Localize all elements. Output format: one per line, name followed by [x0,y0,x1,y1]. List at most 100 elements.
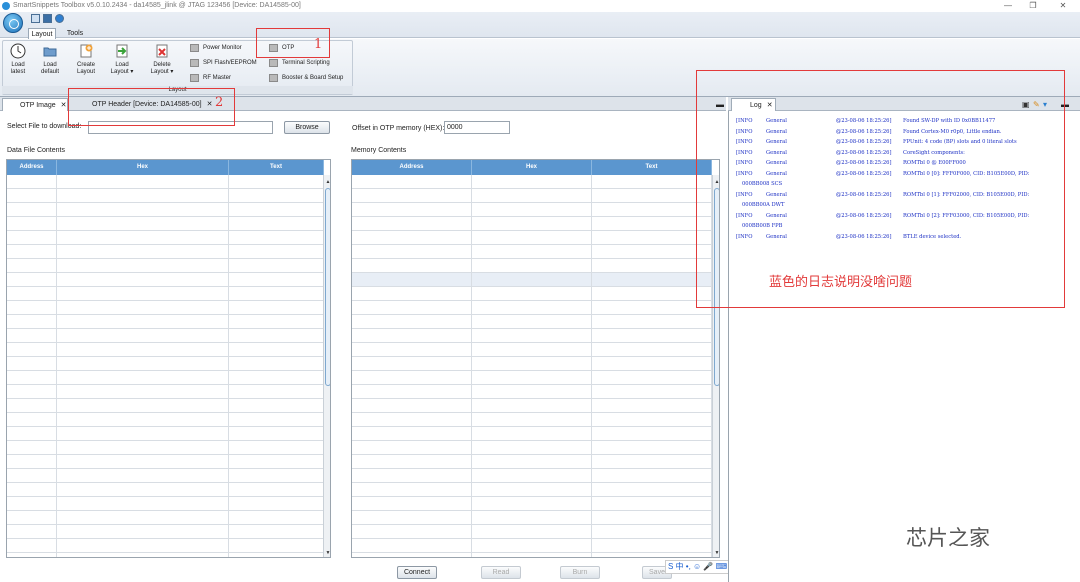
browse-button[interactable]: Browse [284,121,330,134]
table-row[interactable] [352,553,712,557]
column-text[interactable]: Text [229,160,324,175]
tab-otp-image[interactable]: OTP Image ✕ [2,98,68,111]
column-hex[interactable]: Hex [472,160,592,175]
table-row[interactable] [352,175,712,189]
table-row[interactable] [352,315,712,329]
table-row[interactable] [7,455,324,469]
table-row[interactable] [7,245,324,259]
table-row[interactable] [7,427,324,441]
table-row[interactable] [352,469,712,483]
scroll-down-arrow[interactable]: ▼ [713,549,719,557]
close-button[interactable]: ✕ [1050,0,1076,12]
delete-layout-button[interactable]: Delete Layout ▾ [147,43,177,76]
column-address[interactable]: Address [7,160,57,175]
create-layout-button[interactable]: Create Layout [71,43,101,76]
load-default-button[interactable]: Load default [35,43,65,76]
qat-layout-icon[interactable] [31,14,40,23]
table-cell [57,483,229,497]
connect-button[interactable]: Connect [397,566,437,579]
table-row[interactable] [352,441,712,455]
table-row[interactable] [352,231,712,245]
column-address[interactable]: Address [352,160,472,175]
table-row[interactable] [352,399,712,413]
table-row[interactable] [7,469,324,483]
table-row[interactable] [7,301,324,315]
data-file-table[interactable]: Address Hex Text ▲ ▼ [6,159,331,558]
scroll-thumb[interactable] [325,188,330,386]
table-row[interactable] [352,329,712,343]
table-row[interactable] [352,427,712,441]
table-row[interactable] [7,525,324,539]
table-row[interactable] [7,189,324,203]
table-row[interactable] [7,273,324,287]
column-text[interactable]: Text [592,160,712,175]
memory-contents-table[interactable]: Address Hex Text ▲ ▼ [351,159,720,558]
tab-layout[interactable]: Layout [28,28,56,39]
table-row[interactable] [7,231,324,245]
table-row[interactable] [352,189,712,203]
booster-board-setup-button[interactable]: Booster & Board Setup [269,73,343,83]
table-row[interactable] [7,497,324,511]
table-row[interactable] [352,301,712,315]
table-row[interactable] [352,357,712,371]
table-row[interactable] [352,343,712,357]
table-row[interactable] [352,385,712,399]
table-row[interactable] [352,525,712,539]
table-row[interactable] [352,287,712,301]
table-cell [7,203,57,217]
table-row[interactable] [7,315,324,329]
burn-button[interactable]: Burn [560,566,600,579]
table-row[interactable] [7,371,324,385]
table-row[interactable] [352,245,712,259]
rf-master-button[interactable]: RF Master [190,73,231,83]
save-icon[interactable] [43,14,52,23]
load-layout-button[interactable]: Load Layout ▾ [107,43,137,76]
power-monitor-button[interactable]: Power Monitor [190,43,242,53]
table-row[interactable] [7,329,324,343]
table-row[interactable] [352,203,712,217]
scroll-up-arrow[interactable]: ▲ [324,178,330,186]
table-row[interactable] [7,511,324,525]
table-row[interactable] [7,357,324,371]
table-row[interactable] [7,175,324,189]
table-row[interactable] [7,441,324,455]
table-row[interactable] [7,539,324,553]
column-hex[interactable]: Hex [57,160,229,175]
table-row[interactable] [352,455,712,469]
minimize-button[interactable]: — [995,0,1021,12]
table-row[interactable] [352,511,712,525]
data-file-scrollbar[interactable]: ▲ ▼ [323,175,330,557]
table-row[interactable] [352,217,712,231]
folder-icon [43,47,57,57]
table-row[interactable] [7,385,324,399]
table-row[interactable] [7,217,324,231]
load-latest-button[interactable]: Load latest [3,43,33,76]
table-row[interactable] [7,399,324,413]
terminal-scripting-button[interactable]: Terminal Scripting [269,58,330,68]
table-row[interactable] [7,483,324,497]
read-button[interactable]: Read [481,566,521,579]
table-row[interactable] [7,343,324,357]
table-row[interactable] [352,259,712,273]
table-row[interactable] [352,539,712,553]
table-row[interactable] [352,413,712,427]
table-cell [352,413,472,427]
offset-input[interactable]: 0000 [444,121,510,134]
table-row[interactable] [7,553,324,557]
table-row[interactable] [352,371,712,385]
table-row[interactable] [352,273,712,287]
table-row[interactable] [7,259,324,273]
table-row[interactable] [352,483,712,497]
scroll-down-arrow[interactable]: ▼ [324,549,330,557]
table-row[interactable] [7,413,324,427]
close-tab-icon[interactable]: ✕ [61,102,67,109]
tab-tools[interactable]: Tools [62,28,88,39]
table-row[interactable] [7,287,324,301]
maximize-button[interactable]: ❐ [1020,0,1046,12]
application-menu-orb[interactable] [3,13,23,33]
table-row[interactable] [7,203,324,217]
table-row[interactable] [352,497,712,511]
spi-flash-button[interactable]: SPI Flash/EEPROM [190,58,257,68]
annotation-number-1: 1 [314,37,323,52]
help-icon[interactable] [55,14,64,23]
